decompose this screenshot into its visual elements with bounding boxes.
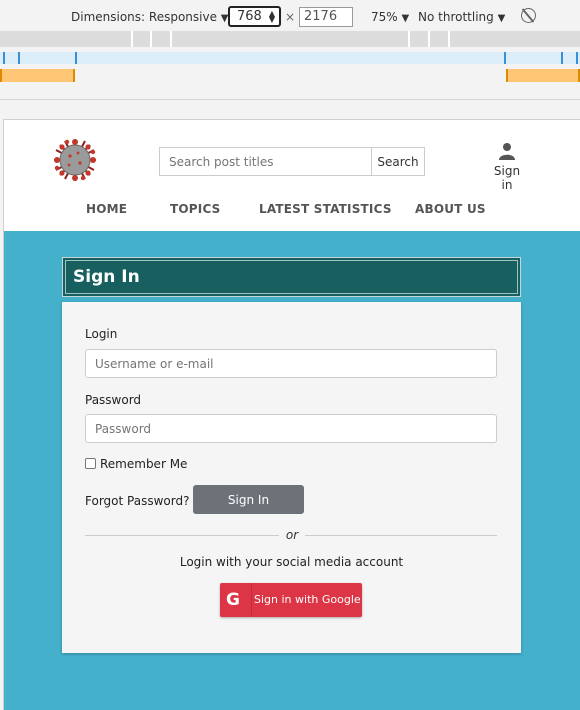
search-bar: Search xyxy=(159,147,425,176)
or-separator: or xyxy=(279,528,305,542)
width-input[interactable]: 768 ▲ ▼ xyxy=(228,6,281,27)
chevron-down-icon: ▼ xyxy=(401,13,410,24)
social-login-label: Login with your social media account xyxy=(179,555,404,569)
main-content: Sign In Login Password Remember Me Forgo… xyxy=(4,231,580,710)
main-nav: HOME TOPICS LATEST STATISTICS ABOUT US xyxy=(4,202,580,222)
remember-label: Remember Me xyxy=(100,457,188,471)
throttling-dropdown[interactable]: No throttling ▼ xyxy=(418,10,505,24)
signin-link[interactable]: Sign in xyxy=(487,142,527,192)
signin-title: Sign In xyxy=(73,267,140,287)
height-input[interactable]: 2176 xyxy=(299,7,353,27)
remember-me[interactable]: Remember Me xyxy=(85,457,187,471)
media-query-marker xyxy=(131,31,133,47)
media-query-marker xyxy=(504,52,506,64)
page-viewport: Search Sign in HOME TOPICS LATEST STATIS… xyxy=(3,119,580,710)
dimensions-dropdown[interactable]: Dimensions: Responsive ▼ xyxy=(71,10,229,24)
dimensions-label: Dimensions: Responsive xyxy=(71,10,217,24)
media-query-marker xyxy=(150,31,152,47)
password-label: Password xyxy=(85,393,142,407)
media-query-bar-min-max[interactable] xyxy=(0,52,580,64)
chevron-down-icon: ▼ xyxy=(497,13,506,24)
nav-item-home[interactable]: HOME xyxy=(86,202,127,216)
signin-card: Login Password Remember Me Forgot Passwo… xyxy=(62,302,521,653)
nav-item-about-us[interactable]: ABOUT US xyxy=(415,202,486,216)
zoom-label: 75% xyxy=(371,10,398,24)
site-header: Search Sign in HOME TOPICS LATEST STATIS… xyxy=(4,120,580,231)
google-icon: G xyxy=(226,590,240,610)
button-divider xyxy=(251,583,252,617)
media-query-marker xyxy=(408,31,410,47)
forgot-password-link[interactable]: Forgot Password? xyxy=(85,494,189,508)
media-query-marker xyxy=(170,31,172,47)
dimension-separator: × xyxy=(285,10,296,24)
password-input[interactable] xyxy=(85,414,497,443)
google-signin-button[interactable]: G Sign in with Google xyxy=(220,583,362,617)
media-query-marker xyxy=(448,31,450,47)
signin-button[interactable]: Sign In xyxy=(193,485,304,514)
media-query-marker xyxy=(576,52,578,64)
media-query-bar-min[interactable] xyxy=(0,69,580,82)
login-label: Login xyxy=(85,327,118,341)
rotate-icon[interactable] xyxy=(521,8,536,23)
media-query-range[interactable] xyxy=(506,69,580,82)
nav-item-topics[interactable]: TOPICS xyxy=(170,202,221,216)
login-input[interactable] xyxy=(85,349,497,378)
throttling-label: No throttling xyxy=(418,10,494,24)
media-query-marker xyxy=(561,52,563,64)
media-query-marker xyxy=(75,52,77,64)
signin-card-header: Sign In xyxy=(62,257,521,297)
remember-checkbox[interactable] xyxy=(85,458,96,469)
width-value: 768 xyxy=(237,9,262,24)
search-button[interactable]: Search xyxy=(371,147,425,176)
device-toolbar: Dimensions: Responsive ▼ 768 ▲ ▼ × 2176 7… xyxy=(0,5,580,29)
devtools-toolbar: Dimensions: Responsive ▼ 768 ▲ ▼ × 2176 7… xyxy=(0,0,580,100)
signin-label: Sign in xyxy=(493,164,521,192)
google-signin-label: Sign in with Google xyxy=(254,593,361,606)
user-icon xyxy=(499,143,515,160)
search-input[interactable] xyxy=(159,147,371,176)
media-query-marker xyxy=(18,52,20,64)
media-query-marker xyxy=(428,31,430,47)
media-query-bar-max[interactable] xyxy=(0,31,580,47)
height-value: 2176 xyxy=(304,9,338,24)
zoom-dropdown[interactable]: 75% ▼ xyxy=(371,10,409,24)
spinner-icon[interactable]: ▲ ▼ xyxy=(269,10,275,24)
media-query-marker xyxy=(3,52,5,64)
virus-logo-icon[interactable] xyxy=(52,137,98,183)
media-query-range[interactable] xyxy=(0,69,75,82)
nav-item-latest-statistics[interactable]: LATEST STATISTICS xyxy=(259,202,392,216)
